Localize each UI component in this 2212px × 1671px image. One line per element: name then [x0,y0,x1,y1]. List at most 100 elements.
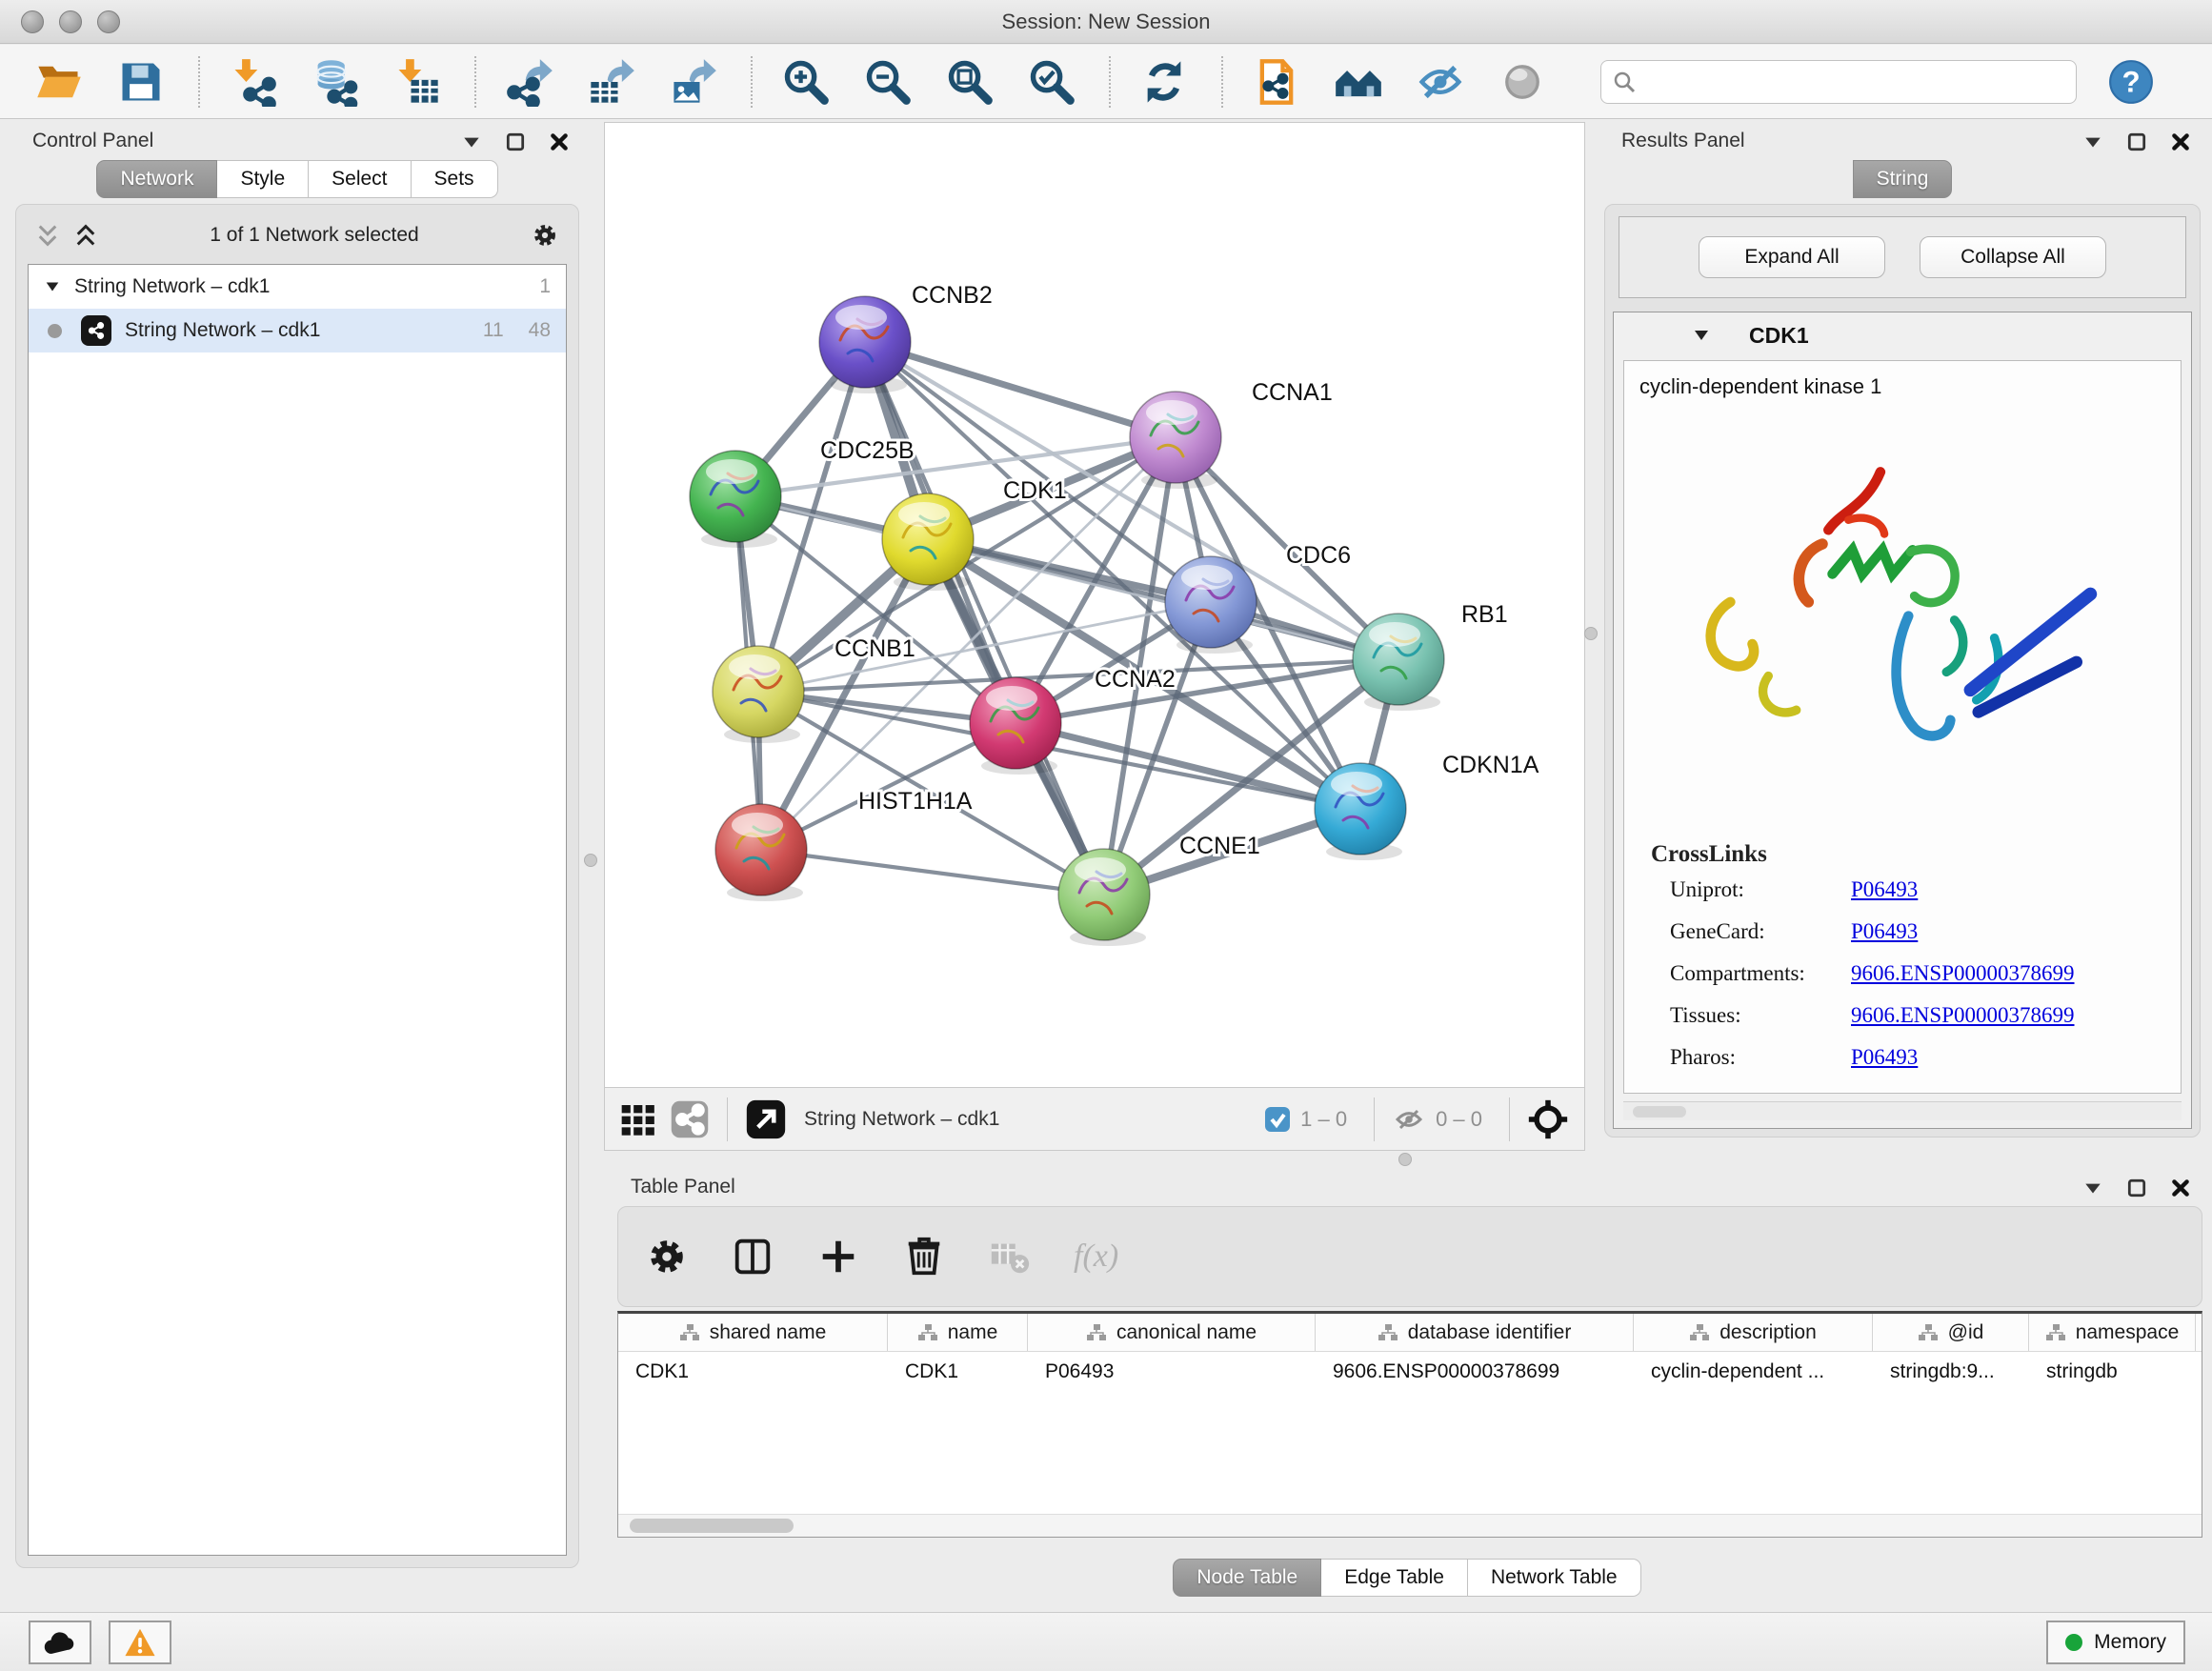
table-cell[interactable]: P06493 [1028,1352,1316,1392]
import-network-from-file-button[interactable] [227,54,280,110]
edge-CCNB2-CCNA1[interactable] [865,342,1176,437]
float-panel-icon[interactable] [2126,131,2147,152]
column-header-description[interactable]: description [1634,1314,1873,1351]
network-row[interactable]: String Network – cdk1 11 48 [29,309,566,352]
vertical-splitter-handle-right[interactable] [1584,627,1598,640]
import-network-from-database-button[interactable] [309,54,362,110]
column-header-namespace[interactable]: namespace [2029,1314,2196,1351]
tab-node-table[interactable]: Node Table [1173,1559,1321,1597]
tab-network-table[interactable]: Network Table [1468,1559,1641,1597]
tab-style[interactable]: Style [217,160,309,198]
close-panel-icon[interactable] [549,131,570,152]
zoom-fit-button[interactable] [943,54,996,110]
import-table-from-file-button[interactable] [391,54,444,110]
column-header-name[interactable]: name [888,1314,1028,1351]
delete-table-icon[interactable] [988,1235,1032,1278]
export-image-button[interactable] [667,54,720,110]
crosslink-link[interactable]: P06493 [1851,1045,1918,1070]
tab-string[interactable]: String [1853,160,1953,198]
close-panel-icon[interactable] [2170,131,2191,152]
delete-column-trash-icon[interactable] [902,1235,946,1278]
table-options-gear-icon[interactable] [645,1235,689,1278]
cloud-status-button[interactable] [29,1621,91,1664]
disclosure-triangle-icon[interactable] [1692,326,1711,345]
disclosure-triangle-icon[interactable] [44,278,61,295]
collapse-panel-icon[interactable] [2082,1178,2103,1198]
results-scrollbar[interactable] [1623,1101,2182,1120]
column-header-shared-name[interactable]: shared name [618,1314,888,1351]
tab-network[interactable]: Network [96,160,217,198]
function-builder-button[interactable]: f(x) [1074,1238,1118,1275]
float-panel-icon[interactable] [2126,1178,2147,1198]
table-cell[interactable]: 9606.ENSP00000378699 [1316,1352,1634,1392]
zoom-out-button[interactable] [861,54,915,110]
node-CDC25B[interactable] [690,451,781,548]
vertical-splitter-handle-left[interactable] [584,854,597,867]
memory-button[interactable]: Memory [2046,1621,2185,1664]
crosslink-link[interactable]: P06493 [1851,877,1918,902]
node-RB1[interactable] [1353,614,1444,711]
horizontal-splitter-handle[interactable] [1398,1153,1412,1166]
collapse-all-tree-icon[interactable] [73,223,98,248]
close-panel-icon[interactable] [2170,1178,2191,1198]
collapse-panel-icon[interactable] [2082,131,2103,152]
tab-edge-table[interactable]: Edge Table [1321,1559,1468,1597]
network-graph[interactable]: CCNB2CCNA1CDC25BCDK1CDC6RB1CCNB1CCNA2CDK… [605,123,1584,1087]
table-cell[interactable]: stringdb:9... [1873,1352,2029,1392]
column-header-database-identifier[interactable]: database identifier [1316,1314,1634,1351]
float-panel-icon[interactable] [505,131,526,152]
expand-all-button[interactable]: Expand All [1699,236,1885,278]
create-column-plus-icon[interactable] [816,1235,860,1278]
collapse-all-button[interactable]: Collapse All [1920,236,2106,278]
node-HIST1H1A[interactable] [715,804,807,901]
search-field[interactable] [1600,60,2077,104]
string-badge-icon[interactable] [670,1099,710,1139]
table-cell[interactable]: stringdb [2029,1352,2196,1392]
export-network-button[interactable] [503,54,556,110]
node-CDKN1A[interactable] [1315,763,1406,860]
node-CCNB1[interactable] [713,646,804,743]
help-button[interactable]: ? [2107,58,2155,106]
search-input[interactable] [1645,70,2076,93]
table-cell[interactable]: CDK1 [618,1352,888,1392]
zoom-selected-button[interactable] [1025,54,1078,110]
edge-HIST1H1A-CCNE1[interactable] [761,850,1104,895]
refresh-button[interactable] [1137,54,1191,110]
graphics-level-of-detail-button[interactable] [1496,54,1549,110]
column-header-canonical-name[interactable]: canonical name [1028,1314,1316,1351]
crosslink-link[interactable]: 9606.ENSP00000378699 [1851,1003,2075,1028]
home-button[interactable] [1332,54,1385,110]
share-document-button[interactable] [1250,54,1303,110]
table-horizontal-scrollbar[interactable] [618,1514,2202,1537]
save-session-button[interactable] [114,54,168,110]
birdseye-grid-icon[interactable] [620,1100,658,1138]
node-CCNE1[interactable] [1058,849,1150,946]
warnings-button[interactable] [109,1621,171,1664]
show-columns-icon[interactable] [731,1235,774,1278]
expand-all-tree-icon[interactable] [35,223,60,248]
collapse-panel-icon[interactable] [461,131,482,152]
open-session-button[interactable] [32,54,86,110]
zoom-in-button[interactable] [779,54,833,110]
selected-checkbox-icon[interactable] [1264,1106,1291,1133]
crosslink-link[interactable]: 9606.ENSP00000378699 [1851,961,2075,986]
hide-graphics-details-button[interactable] [1414,54,1467,110]
open-in-window-icon[interactable] [745,1098,787,1140]
network-collection-row[interactable]: String Network – cdk1 1 [29,265,566,309]
hidden-eye-slash-icon[interactable] [1392,1102,1426,1137]
crosslink-row: Compartments:9606.ENSP00000378699 [1670,961,2181,986]
node-CCNA1[interactable] [1130,392,1221,489]
gear-icon[interactable] [531,221,559,250]
table-cell[interactable]: cyclin-dependent ... [1634,1352,1873,1392]
node-details-header[interactable]: CDK1 [1614,312,2191,358]
export-table-button[interactable] [585,54,638,110]
scrollbar-thumb[interactable] [630,1519,794,1533]
crosslink-link[interactable]: P06493 [1851,919,1918,944]
network-canvas[interactable]: CCNB2CCNA1CDC25BCDK1CDC6RB1CCNB1CCNA2CDK… [604,122,1585,1088]
table-cell[interactable]: CDK1 [888,1352,1028,1392]
tab-select[interactable]: Select [309,160,411,198]
column-header--id[interactable]: @id [1873,1314,2029,1351]
tab-sets[interactable]: Sets [412,160,498,198]
table-row[interactable]: CDK1CDK1P064939606.ENSP00000378699cyclin… [618,1352,2202,1392]
fit-target-icon[interactable] [1527,1098,1569,1140]
